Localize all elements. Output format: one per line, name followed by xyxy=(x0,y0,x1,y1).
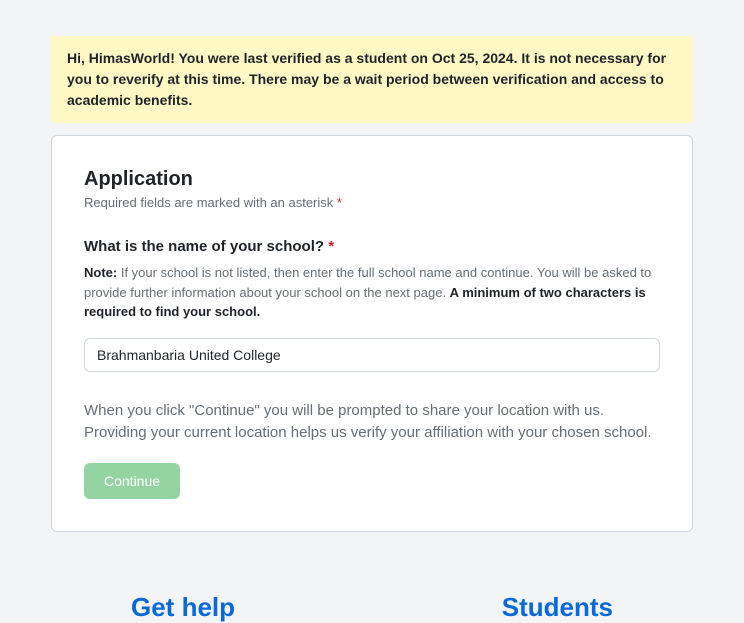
location-note: When you click "Continue" you will be pr… xyxy=(84,400,660,445)
continue-button[interactable]: Continue xyxy=(84,463,180,499)
verification-banner: Hi, HimasWorld! You were last verified a… xyxy=(51,36,693,123)
footer: Get help Students xyxy=(51,592,693,623)
footer-students[interactable]: Students xyxy=(502,592,613,623)
school-name-help: Note: If your school is not listed, then… xyxy=(84,263,660,322)
required-fields-note: Required fields are marked with an aster… xyxy=(84,195,660,210)
application-card: Application Required fields are marked w… xyxy=(51,135,693,532)
banner-text: Hi, HimasWorld! You were last verified a… xyxy=(67,50,666,108)
card-title: Application xyxy=(84,168,660,191)
school-name-label: What is the name of your school? * xyxy=(84,238,660,255)
school-name-input[interactable] xyxy=(84,338,660,372)
footer-get-help[interactable]: Get help xyxy=(131,592,235,623)
